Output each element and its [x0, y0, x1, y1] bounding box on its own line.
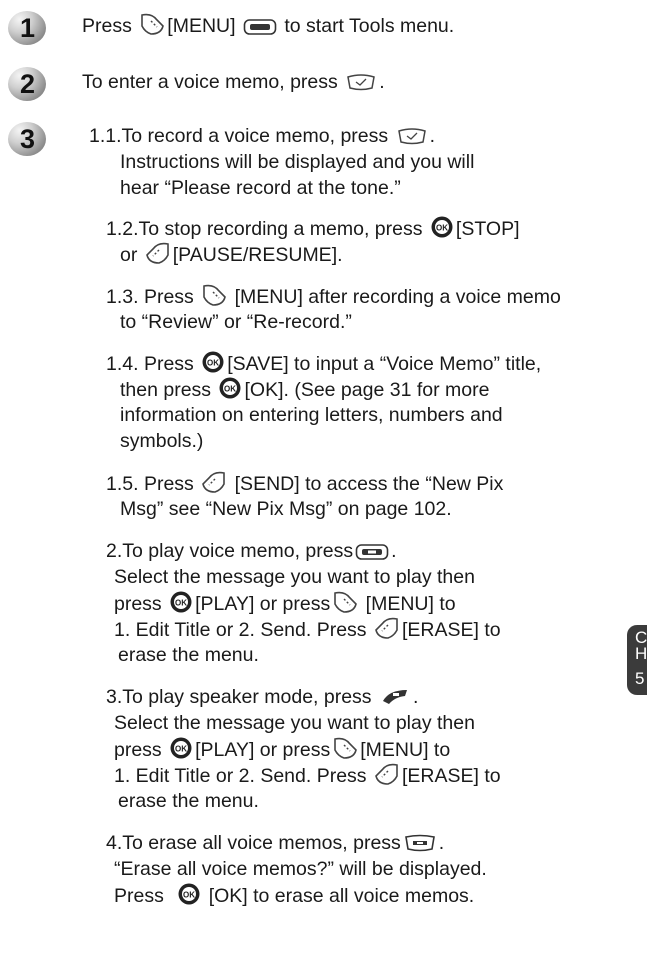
substep-1-2-line-1: 1.2.To stop recording a memo, press [STO… — [106, 215, 520, 242]
item-3-line-2: Select the message you want to play then — [114, 712, 475, 734]
text-segment: . — [379, 71, 385, 93]
erase-key-icon — [403, 833, 437, 853]
item-3-line-5: erase the menu. — [118, 790, 259, 812]
text-segment: 3.To play speaker mode, press — [106, 686, 372, 708]
text-segment: Press — [82, 15, 132, 37]
substep-1-3-line-1: 1.3. Press [MENU] after recording a voic… — [106, 283, 561, 310]
text-segment: [STOP] — [455, 218, 520, 240]
substep-1-5-line-1: 1.5. Press [SEND] to access the “New Pix — [106, 470, 503, 497]
text-segment: 1.3. Press — [106, 286, 194, 308]
item-3-line-3: press [PLAY] or press [MENU] to — [114, 736, 450, 763]
ok-key-icon — [177, 882, 201, 906]
step-number: 3 — [20, 124, 36, 154]
step-number: 1 — [20, 13, 36, 43]
right-softkey-icon — [374, 762, 400, 786]
text-segment: [MENU] — [167, 15, 236, 37]
left-softkey-icon — [332, 736, 358, 760]
step-3-badge: 3 — [6, 119, 50, 159]
text-segment: 1.5. Press — [106, 473, 194, 495]
left-softkey-icon — [332, 590, 358, 614]
play-key-icon — [355, 543, 389, 561]
item-4-line-2: “Erase all voice memos?” will be display… — [114, 858, 487, 880]
item-2-line-3: press [PLAY] or press [MENU] to — [114, 590, 456, 617]
ok-key-icon — [201, 350, 225, 374]
text-segment: [PLAY] or press — [195, 739, 331, 761]
substep-1-3-line-2: to “Review” or “Re-record.” — [120, 311, 352, 333]
text-segment: . — [438, 832, 445, 854]
speaker-key-icon — [379, 687, 411, 707]
left-softkey-icon — [201, 283, 227, 307]
text-segment: [MENU] to — [360, 739, 451, 761]
text-segment: [PLAY] or press — [195, 593, 331, 615]
text-segment: to start Tools menu. — [284, 15, 455, 37]
step-1-badge: 1 — [6, 8, 50, 48]
text-segment: [ERASE] to — [401, 765, 501, 787]
chapter-tab-number: 5 — [635, 669, 645, 688]
text-segment: press — [114, 739, 162, 761]
menu-button-icon — [243, 18, 277, 36]
text-segment: [OK] to erase all voice memos. — [208, 885, 475, 907]
text-segment: [MENU] to — [365, 593, 456, 615]
substep-1-1-line-3: hear “Please record at the tone.” — [120, 177, 401, 199]
step-2-badge: 2 — [6, 64, 50, 104]
chapter-tab: C H 5 — [627, 625, 647, 695]
text-segment: 1.2.To stop recording a memo, press — [106, 218, 423, 240]
step-number: 2 — [20, 69, 36, 99]
substep-1-2-line-2: or [PAUSE/RESUME]. — [120, 241, 343, 268]
right-softkey-icon — [145, 241, 171, 265]
text-segment: [OK]. (See page 31 for more — [244, 379, 490, 401]
ok-key-icon — [218, 376, 242, 400]
text-segment: [SEND] to access the “New Pix — [234, 473, 504, 495]
text-segment: 1.1.To record a voice memo, press — [89, 125, 389, 147]
voice-memo-key-icon — [396, 126, 428, 146]
item-2-line-2: Select the message you want to play then — [114, 566, 475, 588]
text-segment: 4.To erase all voice memos, press — [106, 832, 401, 854]
item-2-line-1: 2.To play voice memo, press. — [106, 538, 397, 564]
voice-memo-key-icon — [345, 72, 377, 92]
right-softkey-icon — [201, 470, 227, 494]
text-segment: 1. Edit Title or 2. Send. Press — [114, 765, 367, 787]
text-segment: . — [412, 686, 419, 708]
substep-1-4-line-1: 1.4. Press [SAVE] to input a “Voice Memo… — [106, 350, 541, 377]
item-2-line-5: erase the menu. — [118, 644, 259, 666]
item-3-line-1: 3.To play speaker mode, press . — [106, 684, 418, 710]
left-softkey-icon — [139, 12, 165, 36]
item-4-line-3: Press [OK] to erase all voice memos. — [114, 882, 474, 909]
text-segment: [ERASE] to — [401, 619, 501, 641]
ok-key-icon — [430, 215, 454, 239]
text-segment: then press — [120, 379, 212, 401]
substep-1-5-line-2: Msg” see “New Pix Msg” on page 102. — [120, 498, 452, 520]
right-softkey-icon — [374, 616, 400, 640]
substep-1-4-line-2: then press [OK]. (See page 31 for more — [120, 376, 489, 403]
text-segment: 1. Edit Title or 2. Send. Press — [114, 619, 367, 641]
text-segment: [MENU] after recording a voice memo — [234, 286, 561, 308]
ok-key-icon — [169, 736, 193, 760]
step-1-text: Press [MENU] to start Tools menu. — [82, 12, 454, 39]
step-2-text: To enter a voice memo, press . — [82, 69, 385, 95]
text-segment: [SAVE] to input a “Voice Memo” title, — [227, 353, 542, 375]
text-segment: 1.4. Press — [106, 353, 194, 375]
substep-1-4-line-3: information on entering letters, numbers… — [120, 404, 503, 426]
substep-1-1-line-1: 1.1.To record a voice memo, press . — [89, 123, 435, 149]
text-segment: 2.To play voice memo, press — [106, 540, 354, 562]
text-segment: To enter a voice memo, press — [82, 71, 338, 93]
item-4-line-1: 4.To erase all voice memos, press. — [106, 830, 444, 856]
item-2-line-4: 1. Edit Title or 2. Send. Press [ERASE] … — [114, 616, 501, 643]
ok-key-icon — [169, 590, 193, 614]
text-segment: press — [114, 593, 162, 615]
item-3-line-4: 1. Edit Title or 2. Send. Press [ERASE] … — [114, 762, 501, 789]
chapter-tab-letter-h: H — [635, 644, 647, 663]
text-segment: . — [391, 540, 397, 562]
text-segment: . — [429, 125, 435, 147]
text-segment: or — [120, 244, 138, 266]
substep-1-4-line-4: symbols.) — [120, 430, 204, 452]
text-segment: Press — [114, 885, 164, 907]
substep-1-1-line-2: Instructions will be displayed and you w… — [120, 151, 475, 173]
text-segment: [PAUSE/RESUME]. — [172, 244, 343, 266]
